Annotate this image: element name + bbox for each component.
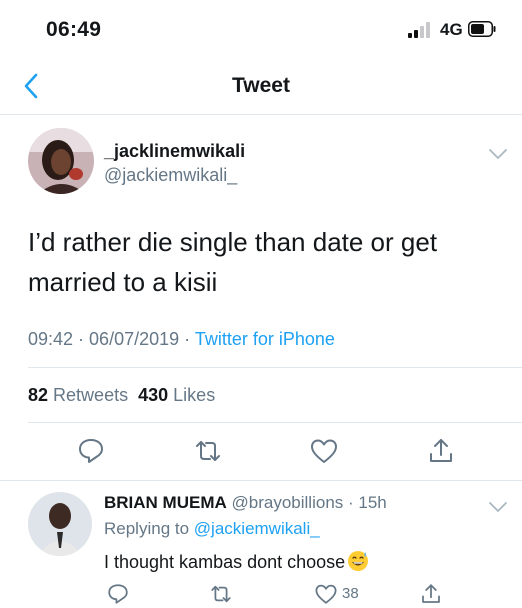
share-button[interactable] [426,436,456,466]
reply-author-name[interactable]: BRIAN MUEMA [104,493,227,512]
page-title: Tweet [232,74,290,97]
share-icon [430,439,452,462]
reply-like-count: 38 [342,585,359,602]
reply-button[interactable] [76,436,106,466]
author-name[interactable]: _jacklinemwikali [104,141,245,162]
reply-share-button[interactable] [419,582,443,606]
like-icon [315,584,337,604]
reply-header: BRIAN MUEMA @brayobillions · 15h [104,493,387,512]
tweet-stats: 82 Retweets 430 Likes [28,385,215,406]
reply-icon [79,439,103,463]
tweet-text: I’d rather die single than date or get m… [28,227,438,297]
battery-icon [468,21,496,37]
reply-reply-button[interactable] [106,582,130,606]
reply-author-avatar[interactable] [28,492,92,556]
like-button[interactable] [309,436,339,466]
reply-author-handle[interactable]: @brayobillions [232,493,344,512]
reply-retweet-button[interactable] [209,582,233,606]
retweet-icon [196,441,220,461]
reply-icon [108,584,128,604]
author-handle[interactable]: @jackiemwikali_ [104,165,237,186]
retweets-count: 82 [28,385,49,405]
chevron-down-icon[interactable] [488,501,508,513]
reply-like-button[interactable] [314,582,338,606]
chevron-down-icon[interactable] [488,148,508,160]
tweet-time: 09:42 [28,329,74,349]
likes-count: 430 [138,385,169,405]
retweets-stat[interactable]: 82 Retweets [28,385,128,405]
like-icon [311,439,337,463]
network-type: 4G [440,20,463,39]
reply-age: 15h [358,493,387,512]
tweet-source-link[interactable]: Twitter for iPhone [195,329,335,349]
retweet-icon [211,585,231,603]
replying-prefix: Replying to [104,519,190,538]
divider [28,422,522,423]
likes-label: Likes [173,385,216,405]
signal-icon [408,22,430,38]
tweet-date: 06/07/2019 [89,329,180,349]
share-icon [422,584,440,603]
divider [0,480,522,481]
likes-stat[interactable]: 430 Likes [138,385,215,405]
replying-to: Replying to @jackiemwikali_ [104,519,320,539]
grinning-sweat-emoji-icon [348,551,369,571]
reply-text: I thought kambas dont choose [104,552,346,572]
status-time: 06:49 [46,18,102,41]
retweet-button[interactable] [193,436,223,466]
retweets-label: Retweets [53,385,129,405]
author-avatar[interactable] [28,128,94,194]
replying-to-mention[interactable]: @jackiemwikali_ [194,519,320,538]
divider [28,367,522,368]
reply-text-line: I thought kambas dont choose [104,550,369,573]
tweet-meta: 09:42 · 06/07/2019 · Twitter for iPhone [28,329,335,349]
